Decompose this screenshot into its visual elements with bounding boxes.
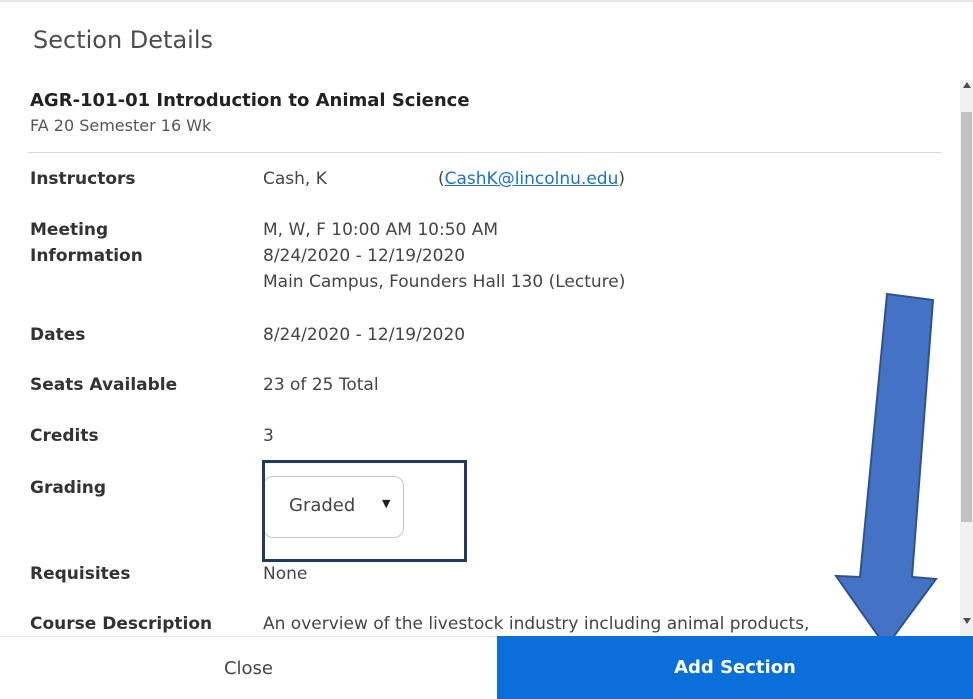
meeting-days-time: M, W, F 10:00 AM 10:50 AM	[263, 220, 499, 240]
meeting-location: Main Campus, Founders Hall 130 (Lecture)	[263, 272, 626, 292]
dates-value: 8/24/2020 - 12/19/2020	[263, 325, 466, 345]
meeting-label-line2: Information	[30, 246, 143, 266]
scroll-thumb[interactable]	[961, 112, 972, 522]
meeting-date-range: 8/24/2020 - 12/19/2020	[263, 246, 466, 266]
course-title: AGR-101-01 Introduction to Animal Scienc…	[30, 90, 470, 111]
instructor-email-link[interactable]: CashK@lincolnu.edu	[445, 169, 619, 189]
top-border	[0, 0, 973, 2]
add-section-button[interactable]: Add Section	[497, 636, 973, 699]
seats-label: Seats Available	[30, 375, 178, 395]
meeting-info-label: Meeting Information	[30, 217, 143, 269]
instructor-name: Cash, K	[263, 169, 327, 189]
course-description-label: Course Description	[30, 614, 213, 634]
arrow-down-icon	[834, 292, 938, 649]
meeting-label-line1: Meeting	[30, 220, 109, 240]
meeting-info-value: M, W, F 10:00 AM 10:50 AM 8/24/2020 - 12…	[263, 217, 625, 295]
credits-label: Credits	[30, 426, 99, 446]
scrollbar[interactable]	[960, 80, 973, 636]
dates-label: Dates	[30, 325, 86, 345]
scroll-down-icon[interactable]	[963, 618, 971, 624]
requisites-label: Requisites	[30, 564, 131, 584]
dialog-footer: Close Add Section	[0, 636, 973, 699]
divider	[28, 152, 942, 153]
annotation-highlight-box	[262, 460, 467, 562]
course-description-value: An overview of the livestock industry in…	[263, 614, 810, 634]
instructors-label: Instructors	[30, 169, 136, 189]
requisites-value: None	[263, 564, 308, 584]
section-details-content: AGR-101-01 Introduction to Animal Scienc…	[0, 80, 960, 636]
email-close-paren: )	[618, 169, 626, 189]
grading-label: Grading	[30, 478, 107, 498]
email-open-paren: (	[438, 169, 445, 189]
course-term: FA 20 Semester 16 Wk	[30, 116, 212, 135]
seats-value: 23 of 25 Total	[263, 375, 379, 395]
credits-value: 3	[263, 426, 274, 446]
instructor-email: (CashK@lincolnu.edu)	[438, 166, 625, 192]
close-button[interactable]: Close	[0, 636, 497, 699]
scroll-up-icon[interactable]	[963, 82, 971, 88]
dialog-title: Section Details	[33, 26, 213, 54]
